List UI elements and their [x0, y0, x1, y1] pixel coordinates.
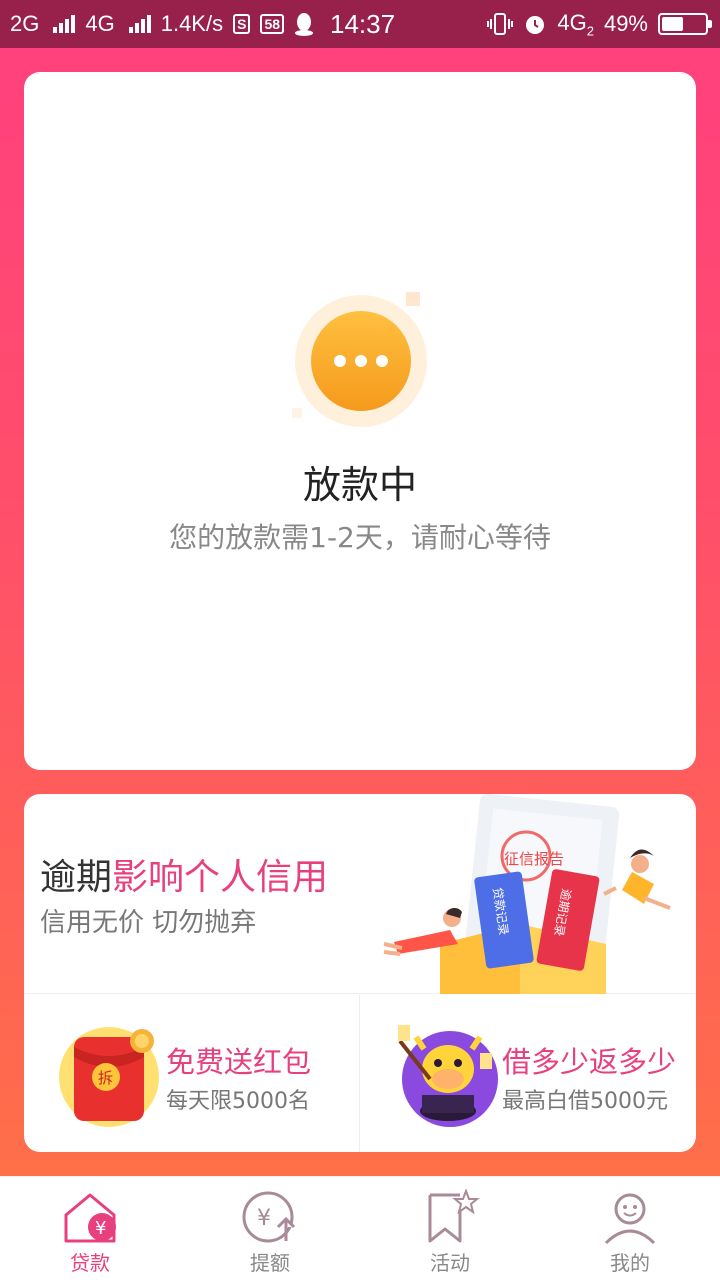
credit-warning-banner[interactable]: 逾期影响个人信用 信用无价 切勿抛弃 征信报告 贷款记录 逾期记录	[24, 794, 696, 994]
network-4g-label: 4G	[85, 11, 115, 36]
profile-icon	[604, 1193, 656, 1245]
status-left: 2G 4G 1.4K/s S 58 14:37	[10, 9, 395, 40]
decor-square-icon	[406, 292, 420, 306]
loan-icon: ¥	[64, 1193, 116, 1243]
promo-red-packet[interactable]: 拆 免费送红包 每天限5000名	[24, 995, 360, 1152]
decor-square-icon-2	[292, 408, 302, 418]
loan-status-card: 放款中 您的放款需1-2天，请耐心等待	[24, 72, 696, 770]
network-4g2-label: 4G2	[557, 9, 594, 39]
qq-icon	[295, 13, 314, 36]
tab-label: 活动	[430, 1251, 470, 1275]
network-2g-label: 2G	[10, 11, 40, 36]
promo-subtitle: 最高白借5000元	[502, 1089, 668, 1114]
battery-percent: 49%	[603, 10, 648, 36]
s-app-badge: S	[233, 14, 251, 34]
status-bar: 2G 4G 1.4K/s S 58 14:37 4G2 49%	[0, 0, 720, 48]
raise-limit-icon: ¥	[242, 1191, 296, 1243]
activity-icon	[428, 1189, 480, 1243]
banner-subtitle: 信用无价 切勿抛弃	[40, 908, 257, 938]
status-subtitle: 您的放款需1-2天，请耐心等待	[169, 521, 551, 554]
promo-borrow-cashback[interactable]: 借多少返多少 最高白借5000元	[360, 995, 696, 1152]
tab-label: 提额	[250, 1251, 290, 1275]
banner-title: 逾期影响个人信用	[40, 857, 329, 898]
tab-raise-limit[interactable]: ¥ 提额	[180, 1177, 360, 1280]
alarm-icon	[526, 15, 545, 34]
promo-title: 借多少返多少	[502, 1045, 677, 1079]
58-app-badge: 58	[260, 14, 285, 34]
lucky-cow-icon	[398, 1025, 498, 1127]
pending-dots-icon	[295, 295, 427, 427]
battery-icon	[658, 12, 712, 35]
tab-profile[interactable]: 我的	[540, 1177, 720, 1280]
svg-text:¥: ¥	[95, 1218, 106, 1239]
tab-label: 我的	[610, 1251, 650, 1275]
status-right: 4G2 49%	[487, 9, 712, 39]
signal-icon	[53, 15, 76, 33]
signal-icon-2	[128, 15, 151, 33]
promo-subtitle: 每天限5000名	[166, 1089, 310, 1114]
svg-text:拆: 拆	[98, 1069, 113, 1087]
credit-report-illustration: 征信报告 贷款记录 逾期记录	[383, 794, 671, 994]
svg-text:征信报告: 征信报告	[504, 850, 564, 868]
promo-card: 逾期影响个人信用 信用无价 切勿抛弃 征信报告 贷款记录 逾期记录 拆 免费送红…	[24, 794, 696, 1152]
promo-title: 免费送红包	[166, 1045, 312, 1079]
red-packet-icon: 拆	[59, 1027, 159, 1127]
bottom-tab-bar: ¥ 贷款 ¥ 提额 活动 我的	[0, 1176, 720, 1280]
tab-activity[interactable]: 活动	[360, 1177, 540, 1280]
network-speed: 1.4K/s	[160, 11, 224, 36]
vibrate-icon	[487, 12, 514, 35]
clock-time: 14:37	[330, 8, 396, 39]
tab-label: 贷款	[70, 1251, 110, 1275]
svg-text:¥: ¥	[257, 1206, 271, 1231]
tab-loan[interactable]: ¥ 贷款	[0, 1177, 180, 1280]
status-title: 放款中	[302, 463, 417, 507]
